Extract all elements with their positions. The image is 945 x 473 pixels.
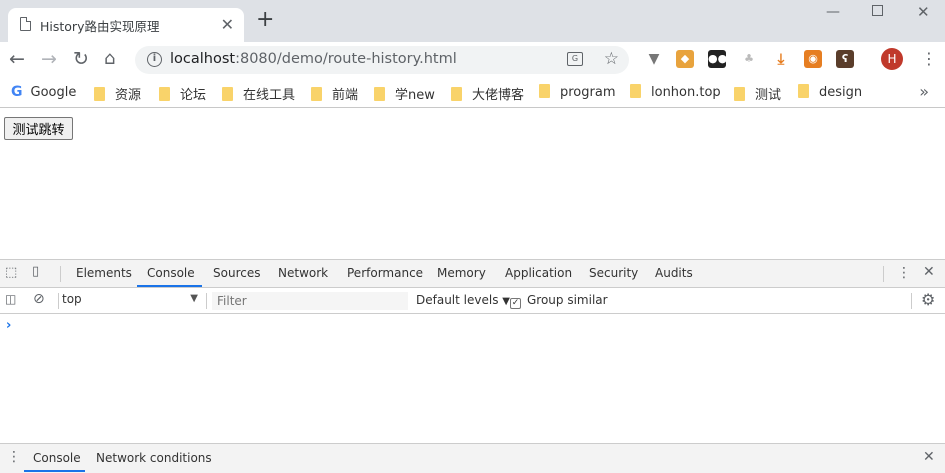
folder-icon (539, 84, 550, 98)
reload-button[interactable]: ↻ (73, 48, 89, 70)
folder-icon (311, 87, 322, 101)
page-content: 测试跳转 (0, 109, 945, 259)
translate-icon[interactable]: G (567, 52, 583, 66)
bookmark-folder[interactable]: 在线工具 (222, 84, 295, 103)
folder-icon (94, 87, 105, 101)
group-similar-checkbox[interactable]: ✓ Group similar (510, 293, 608, 309)
tab-application[interactable]: Application (505, 266, 572, 280)
divider (911, 293, 912, 309)
divider (58, 293, 59, 309)
bookmark-folder[interactable]: lonhon.top (630, 84, 721, 102)
bookmark-folder[interactable]: 资源 (94, 84, 141, 103)
devtools-menu-icon[interactable]: ⋮ (897, 265, 911, 281)
checkbox-icon: ✓ (510, 298, 521, 309)
folder-icon (798, 84, 809, 98)
drawer-menu-icon[interactable]: ⋮ (7, 449, 21, 465)
address-bar[interactable]: i localhost:8080/demo/route-history.html… (135, 46, 629, 74)
tab-network[interactable]: Network (278, 266, 328, 280)
settings-gear-icon[interactable]: ⚙ (921, 290, 935, 309)
context-value: top (62, 292, 82, 306)
sidebar-toggle-icon[interactable]: ◫ (5, 292, 16, 306)
maximize-button[interactable] (872, 5, 883, 16)
console-output[interactable]: › (0, 314, 945, 443)
bookmark-folder[interactable]: design (798, 84, 862, 102)
context-select[interactable]: top ▼ (62, 292, 202, 310)
dropdown-arrow-icon: ▼ (502, 296, 510, 307)
active-tab-indicator (137, 285, 202, 287)
devtools-drawer: ⋮ Console Network conditions ✕ (0, 443, 945, 473)
bookmark-folder[interactable]: program (539, 84, 616, 102)
forward-button[interactable]: → (41, 48, 57, 70)
folder-icon (374, 87, 385, 101)
tab-strip: History路由实现原理 ✕ + — ✕ (0, 0, 945, 42)
extension-bear-icon[interactable]: ʕ (836, 50, 854, 68)
bookmark-folder[interactable]: 前端 (311, 84, 358, 103)
profile-avatar[interactable]: H (881, 48, 903, 70)
bookmark-google[interactable]: G Google (11, 84, 76, 102)
drawer-tab-network-conditions[interactable]: Network conditions (96, 451, 212, 465)
bookmark-star-icon[interactable]: ☆ (604, 49, 619, 69)
close-devtools-icon[interactable]: ✕ (923, 264, 935, 280)
divider (206, 293, 207, 309)
filter-input[interactable] (212, 292, 408, 310)
tab-audits[interactable]: Audits (655, 266, 693, 280)
log-levels-dropdown[interactable]: Default levels ▼ (416, 293, 510, 307)
clear-console-icon[interactable]: ⊘ (33, 291, 45, 307)
tab-memory[interactable]: Memory (437, 266, 486, 280)
home-button[interactable]: ⌂ (104, 48, 115, 70)
divider (883, 266, 884, 282)
bookmarks-bar: G Google 资源 论坛 在线工具 前端 学new 大佬博客 program … (0, 78, 945, 108)
tab-elements[interactable]: Elements (76, 266, 132, 280)
tab-sources[interactable]: Sources (213, 266, 260, 280)
bookmark-folder[interactable]: 学new (374, 84, 435, 103)
google-icon: G (11, 84, 23, 100)
inspect-element-icon[interactable]: ⬚ (5, 265, 17, 280)
download-icon[interactable]: ⤓ (772, 50, 790, 68)
url-text[interactable]: localhost:8080/demo/route-history.html (170, 51, 457, 67)
drawer-tab-console[interactable]: Console (33, 451, 81, 465)
tab-title: History路由实现原理 (40, 19, 160, 34)
dropdown-arrow-icon: ▼ (190, 293, 198, 304)
close-drawer-icon[interactable]: ✕ (923, 449, 935, 465)
folder-icon (159, 87, 170, 101)
vue-devtools-icon[interactable]: ▼ (645, 50, 663, 68)
close-tab-icon[interactable]: ✕ (221, 15, 234, 34)
folder-icon (630, 84, 641, 98)
devtools-tab-bar: ⬚ ▯ Elements Console Sources Network Per… (0, 260, 945, 288)
extension-shield-icon[interactable]: ◆ (676, 50, 694, 68)
minimize-button[interactable]: — (826, 4, 840, 20)
folder-icon (222, 87, 233, 101)
extension-orange-icon[interactable]: ◉ (804, 50, 822, 68)
tab-security[interactable]: Security (589, 266, 638, 280)
page-icon (20, 17, 31, 31)
info-icon[interactable]: i (147, 52, 162, 67)
devtools-panel: ⬚ ▯ Elements Console Sources Network Per… (0, 259, 945, 473)
console-toolbar: ◫ ⊘ top ▼ Default levels ▼ ✓Group simila… (0, 288, 945, 314)
back-button[interactable]: ← (9, 48, 25, 70)
bookmark-folder[interactable]: 测试 (734, 84, 781, 103)
tab-console[interactable]: Console (147, 266, 195, 280)
console-prompt-icon[interactable]: › (6, 318, 11, 333)
folder-icon (734, 87, 745, 101)
test-jump-button[interactable]: 测试跳转 (4, 117, 73, 140)
bookmark-folder[interactable]: 论坛 (159, 84, 206, 103)
extension-tree-icon[interactable]: ♣ (740, 50, 758, 68)
divider (60, 266, 61, 282)
bookmark-folder[interactable]: 大佬博客 (451, 84, 524, 103)
chrome-menu-icon[interactable]: ⋮ (921, 50, 937, 68)
folder-icon (451, 87, 462, 101)
new-tab-button[interactable]: + (256, 9, 274, 31)
device-toolbar-icon[interactable]: ▯ (32, 264, 39, 279)
browser-toolbar: ← → ↻ ⌂ i localhost:8080/demo/route-hist… (0, 42, 945, 78)
tab-performance[interactable]: Performance (347, 266, 423, 280)
browser-tab[interactable]: History路由实现原理 ✕ (8, 8, 244, 42)
extension-eyes-icon[interactable]: ●● (708, 50, 727, 68)
close-window-button[interactable]: ✕ (917, 3, 930, 21)
chevron-right-icon[interactable]: » (919, 82, 929, 101)
